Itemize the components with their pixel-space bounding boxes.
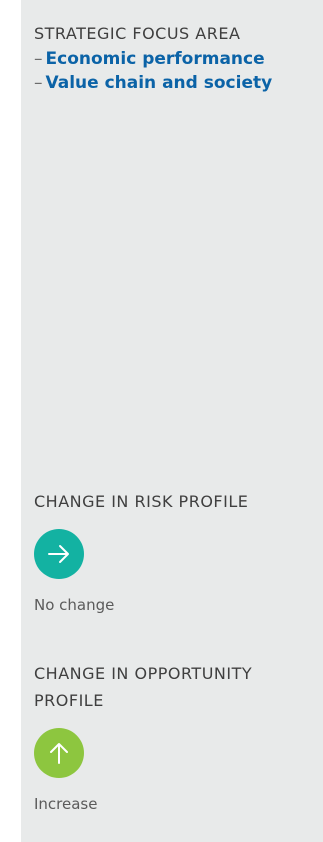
arrow-right-icon [34,529,84,579]
list-dash-marker: – [34,49,43,69]
focus-item-label: Economic performance [45,49,265,69]
opportunity-profile-section: CHANGE IN OPPORTUNITY PROFILE Increase [34,660,304,814]
arrow-up-icon [34,728,84,778]
opportunity-heading-line-2: PROFILE [34,691,104,710]
risk-profile-section: CHANGE IN RISK PROFILE No change [34,488,304,615]
strategic-focus-section: STRATEGIC FOCUS AREA – Economic performa… [34,20,304,95]
focus-item-value-chain-and-society[interactable]: – Value chain and society [34,71,304,95]
list-dash-marker: – [34,73,43,93]
focus-item-economic-performance[interactable]: – Economic performance [34,47,304,71]
risk-status-text: No change [34,596,115,614]
opportunity-profile-heading: CHANGE IN OPPORTUNITY PROFILE [34,660,304,714]
strategic-focus-list: – Economic performance – Value chain and… [34,47,304,95]
strategic-focus-heading: STRATEGIC FOCUS AREA [34,24,241,43]
opportunity-heading-line-1: CHANGE IN OPPORTUNITY [34,664,253,683]
focus-item-label: Value chain and society [45,73,273,93]
risk-profile-heading: CHANGE IN RISK PROFILE [34,492,249,511]
opportunity-status-text: Increase [34,795,98,813]
